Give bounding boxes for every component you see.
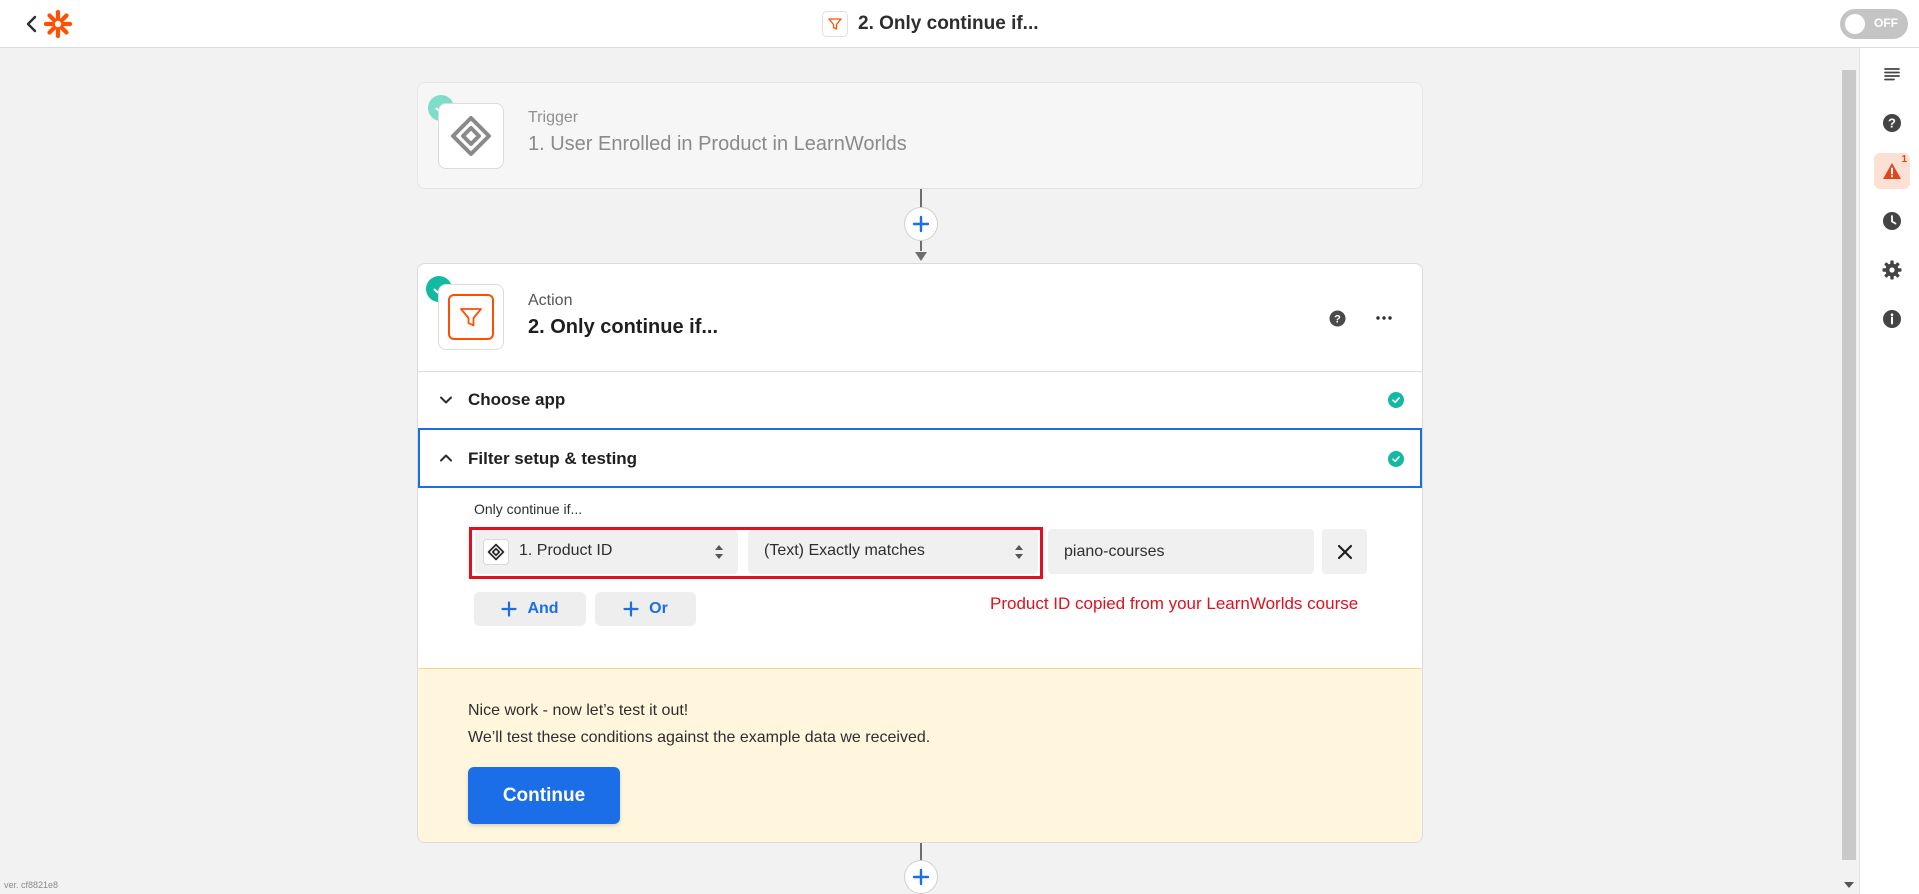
toggle-knob: [1845, 14, 1865, 34]
connector-arrow-icon: [915, 252, 927, 261]
toggle-label: OFF: [1874, 16, 1898, 30]
help-button[interactable]: ?: [1325, 306, 1349, 330]
page-title: 2. Only continue if...: [858, 13, 1039, 34]
version-label: ver. cf8821e8: [4, 880, 59, 890]
test-prompt-panel: Nice work - now let’s test it out! We’ll…: [418, 668, 1422, 842]
alerts-button[interactable]: 1: [1874, 153, 1910, 189]
info-icon: [1883, 310, 1901, 328]
settings-icon: [1882, 260, 1902, 280]
trigger-label: Trigger: [528, 109, 579, 126]
top-bar: 2. Only continue if... OFF: [0, 0, 1919, 48]
chevron-down-icon: [440, 396, 452, 404]
sort-arrows-icon: [1015, 545, 1023, 559]
add-step-button[interactable]: [904, 860, 938, 894]
more-options-button[interactable]: [1372, 306, 1396, 330]
svg-text:?: ?: [1334, 313, 1341, 325]
or-button-label: Or: [649, 600, 668, 617]
outline-icon: [1884, 68, 1900, 81]
help-icon: ?: [1329, 310, 1345, 326]
section-filter-setup[interactable]: Filter setup & testing: [418, 428, 1422, 488]
add-step-button[interactable]: [904, 207, 938, 241]
check-icon: [1388, 392, 1404, 408]
plus-icon: [912, 868, 930, 886]
zap-title[interactable]: 2. Only continue if...: [822, 10, 1039, 38]
alert-icon: [1883, 163, 1901, 179]
trigger-step-card[interactable]: Trigger 1. User Enrolled in Product in L…: [417, 82, 1423, 189]
ellipsis-icon: [1376, 316, 1392, 320]
scrollbar-thumb[interactable]: [1842, 70, 1856, 860]
test-description: We’ll test these conditions against the …: [468, 729, 931, 746]
back-arrow-icon[interactable]: [22, 14, 42, 34]
filter-value-input[interactable]: [1048, 529, 1314, 574]
and-button-label: And: [527, 600, 559, 617]
alert-count-badge: 1: [1901, 154, 1907, 165]
zapier-logo-icon[interactable]: [44, 10, 72, 38]
sort-arrows-icon: [715, 545, 723, 559]
action-label: Action: [528, 292, 573, 309]
chevron-up-icon: [440, 454, 452, 462]
svg-text:?: ?: [1888, 116, 1896, 131]
action-step-header[interactable]: Action 2. Only continue if... ?: [418, 264, 1422, 372]
filter-app-icon: [438, 284, 504, 350]
action-step-card: Action 2. Only continue if... ? Choose a…: [417, 263, 1423, 843]
scroll-down-arrow-icon[interactable]: [1844, 882, 1854, 888]
add-and-condition-button[interactable]: And: [474, 592, 586, 626]
section-label: Filter setup & testing: [468, 449, 638, 468]
continue-button[interactable]: Continue: [468, 767, 620, 824]
help-icon: ?: [1883, 114, 1901, 132]
test-message: Nice work - now let’s test it out!: [468, 702, 689, 719]
right-sidebar: ? 1: [1859, 48, 1919, 894]
condition-select[interactable]: (Text) Exactly matches: [748, 530, 1038, 574]
plus-icon: [501, 601, 518, 617]
section-choose-app[interactable]: Choose app: [418, 372, 1422, 429]
field-select[interactable]: 1. Product ID: [475, 530, 738, 574]
zap-on-off-toggle[interactable]: OFF: [1840, 9, 1908, 39]
history-icon: [1883, 212, 1901, 230]
scrollbar[interactable]: [1840, 70, 1858, 894]
close-icon: [1337, 544, 1352, 559]
plus-icon: [912, 215, 930, 233]
section-label: Choose app: [468, 390, 566, 409]
info-button[interactable]: [1874, 301, 1910, 337]
trigger-title: 1. User Enrolled in Product in LearnWorl…: [528, 133, 907, 155]
filter-label: Only continue if...: [474, 501, 583, 517]
settings-button[interactable]: [1874, 252, 1910, 288]
remove-condition-button[interactable]: [1322, 529, 1367, 574]
filter-icon: [822, 11, 848, 37]
learnworlds-app-icon: [483, 539, 509, 565]
learnworlds-app-icon: [438, 103, 504, 169]
action-title: 2. Only continue if...: [528, 316, 719, 338]
plus-icon: [623, 601, 639, 617]
outline-button[interactable]: [1874, 56, 1910, 92]
field-select-value: 1. Product ID: [519, 542, 613, 559]
annotation-note: Product ID copied from your LearnWorlds …: [990, 594, 1359, 613]
history-button[interactable]: [1874, 203, 1910, 239]
help-button[interactable]: ?: [1874, 105, 1910, 141]
condition-select-value: (Text) Exactly matches: [764, 542, 925, 559]
add-or-condition-button[interactable]: Or: [595, 592, 696, 626]
check-icon: [1388, 451, 1404, 467]
